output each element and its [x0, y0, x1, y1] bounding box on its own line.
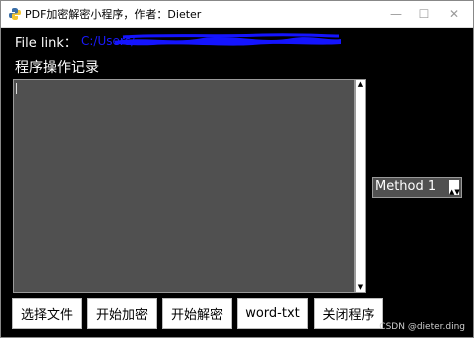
window-title: PDF加密解密小程序，作者：Dieter — [25, 8, 202, 21]
word-txt-button[interactable]: word-txt — [237, 298, 308, 329]
title-bar[interactable]: PDF加密解密小程序，作者：Dieter — ☐ ✕ — [1, 1, 473, 28]
redaction-scribble — [115, 33, 341, 46]
text-caret — [16, 83, 17, 94]
spinner-arrows-icon[interactable]: ▲▼ — [449, 180, 460, 196]
maximize-icon: ☐ — [418, 7, 430, 21]
operation-log-label: 程序操作记录 — [15, 60, 99, 76]
method-select-value: Method 1 — [375, 179, 437, 194]
python-icon — [9, 8, 21, 20]
scroll-down-icon[interactable]: ▼ — [356, 283, 365, 292]
app-window: PDF加密解密小程序，作者：Dieter — ☐ ✕ File link： C:… — [0, 0, 474, 338]
operation-log-textarea[interactable] — [13, 79, 355, 293]
method-select[interactable]: Method 1 ▲▼ — [372, 177, 462, 198]
start-encrypt-button[interactable]: 开始加密 — [87, 298, 157, 329]
minimize-icon: — — [390, 7, 402, 21]
start-decrypt-button[interactable]: 开始解密 — [162, 298, 232, 329]
maximize-button[interactable]: ☐ — [409, 1, 439, 27]
close-icon: ✕ — [448, 7, 460, 21]
minimize-button[interactable]: — — [381, 1, 411, 27]
close-program-button[interactable]: 关闭程序 — [314, 298, 383, 329]
file-link-label: File link： — [15, 36, 77, 51]
scroll-up-icon[interactable]: ▲ — [356, 80, 365, 89]
select-file-button[interactable]: 选择文件 — [12, 298, 82, 329]
close-button[interactable]: ✕ — [439, 1, 469, 27]
csdn-watermark: CSDN @dieter.ding — [379, 322, 465, 332]
log-scrollbar[interactable]: ▲ ▼ — [355, 79, 366, 293]
